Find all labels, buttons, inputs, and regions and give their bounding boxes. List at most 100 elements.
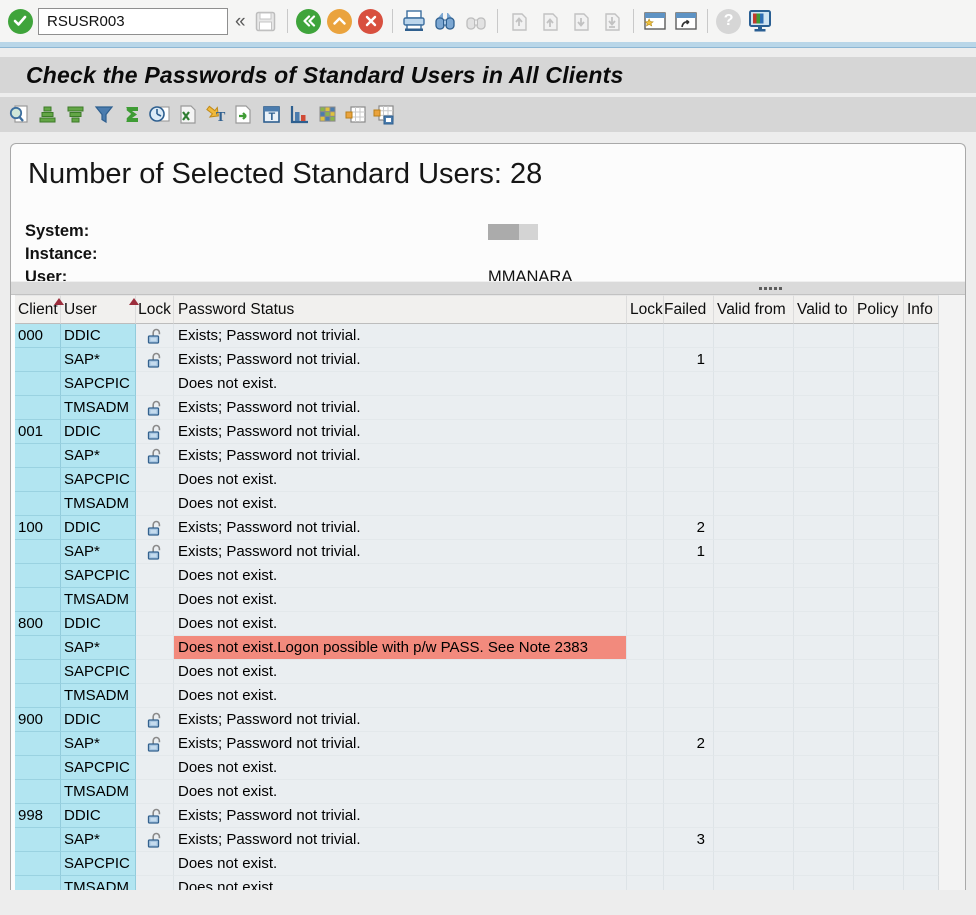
cell-password-status[interactable]: Does not exist. (174, 564, 627, 588)
cell-policy[interactable] (854, 828, 904, 852)
cell-valid-to[interactable] (794, 348, 854, 372)
cell-valid-to[interactable] (794, 564, 854, 588)
cell-failed[interactable] (664, 396, 714, 420)
cell-valid-from[interactable] (714, 612, 794, 636)
cell-valid-to[interactable] (794, 780, 854, 804)
cell-user[interactable]: SAP* (61, 828, 136, 852)
cell-lock2[interactable] (627, 756, 664, 780)
table-row[interactable]: SAP* Exists; Password not trivial. 2 (15, 732, 939, 756)
cell-valid-to[interactable] (794, 828, 854, 852)
cell-failed[interactable] (664, 684, 714, 708)
mean-value-button[interactable] (147, 103, 172, 127)
cell-password-status[interactable]: Exists; Password not trivial. (174, 348, 627, 372)
cell-user[interactable]: SAPCPIC (61, 564, 136, 588)
cell-policy[interactable] (854, 420, 904, 444)
cell-password-status[interactable]: Exists; Password not trivial. (174, 396, 627, 420)
cell-policy[interactable] (854, 564, 904, 588)
cell-lock2[interactable] (627, 876, 664, 890)
cell-client[interactable] (15, 732, 61, 756)
cell-lock2[interactable] (627, 636, 664, 660)
cell-valid-from[interactable] (714, 396, 794, 420)
gui-settings-button[interactable] (747, 8, 773, 34)
cell-info[interactable] (904, 708, 939, 732)
column-header-policy[interactable]: Policy (854, 295, 904, 324)
cell-failed[interactable]: 2 (664, 732, 714, 756)
column-header-valid-from[interactable]: Valid from (714, 295, 794, 324)
cell-policy[interactable] (854, 588, 904, 612)
column-header-user[interactable]: User (61, 295, 136, 324)
cell-valid-to[interactable] (794, 588, 854, 612)
cell-lock[interactable] (136, 516, 174, 540)
cell-user[interactable]: SAPCPIC (61, 756, 136, 780)
cell-lock2[interactable] (627, 780, 664, 804)
cell-valid-to[interactable] (794, 420, 854, 444)
cell-valid-from[interactable] (714, 516, 794, 540)
cell-valid-from[interactable] (714, 372, 794, 396)
table-row[interactable]: 000 DDIC Exists; Password not trivial. (15, 324, 939, 348)
table-row[interactable]: SAPCPIC Does not exist. (15, 756, 939, 780)
cell-failed[interactable]: 1 (664, 540, 714, 564)
cell-policy[interactable] (854, 780, 904, 804)
cell-policy[interactable] (854, 636, 904, 660)
cell-client[interactable]: 800 (15, 612, 61, 636)
print-button[interactable] (401, 8, 427, 34)
cell-info[interactable] (904, 636, 939, 660)
cell-valid-to[interactable] (794, 756, 854, 780)
cell-valid-to[interactable] (794, 468, 854, 492)
cell-valid-from[interactable] (714, 468, 794, 492)
cell-valid-from[interactable] (714, 540, 794, 564)
cell-policy[interactable] (854, 348, 904, 372)
cell-user[interactable]: SAPCPIC (61, 852, 136, 876)
cell-lock2[interactable] (627, 324, 664, 348)
cell-policy[interactable] (854, 732, 904, 756)
cell-user[interactable]: SAP* (61, 444, 136, 468)
new-session-button[interactable] (642, 8, 668, 34)
cell-password-status[interactable]: Does not exist. (174, 492, 627, 516)
save-button[interactable] (253, 8, 279, 34)
table-row[interactable]: 998 DDIC Exists; Password not trivial. (15, 804, 939, 828)
cell-lock[interactable] (136, 852, 174, 876)
cell-info[interactable] (904, 660, 939, 684)
cell-user[interactable]: DDIC (61, 708, 136, 732)
cell-password-status[interactable]: Does not exist. (174, 852, 627, 876)
cell-lock[interactable] (136, 684, 174, 708)
cell-user[interactable]: TMSADM (61, 876, 136, 890)
cell-info[interactable] (904, 780, 939, 804)
table-row[interactable]: TMSADM Does not exist. (15, 684, 939, 708)
cell-lock2[interactable] (627, 492, 664, 516)
cell-valid-from[interactable] (714, 444, 794, 468)
table-row[interactable]: SAP* Exists; Password not trivial. 1 (15, 348, 939, 372)
cell-lock2[interactable] (627, 804, 664, 828)
cell-lock2[interactable] (627, 588, 664, 612)
cell-info[interactable] (904, 732, 939, 756)
table-row[interactable]: 800 DDIC Does not exist. (15, 612, 939, 636)
cell-client[interactable] (15, 852, 61, 876)
cell-client[interactable] (15, 396, 61, 420)
cell-password-status[interactable]: Does not exist. (174, 372, 627, 396)
cell-valid-to[interactable] (794, 540, 854, 564)
cell-lock2[interactable] (627, 420, 664, 444)
cell-failed[interactable] (664, 852, 714, 876)
cell-lock[interactable] (136, 588, 174, 612)
cell-policy[interactable] (854, 468, 904, 492)
cell-valid-to[interactable] (794, 396, 854, 420)
cell-failed[interactable] (664, 876, 714, 890)
exit-button[interactable] (327, 8, 353, 34)
cell-info[interactable] (904, 588, 939, 612)
cell-lock[interactable] (136, 780, 174, 804)
cell-client[interactable]: 100 (15, 516, 61, 540)
cell-user[interactable]: DDIC (61, 420, 136, 444)
cell-failed[interactable] (664, 468, 714, 492)
column-header-valid-to[interactable]: Valid to (794, 295, 854, 324)
cell-password-status[interactable]: Exists; Password not trivial. (174, 516, 627, 540)
cell-valid-to[interactable] (794, 708, 854, 732)
cell-info[interactable] (904, 492, 939, 516)
cell-failed[interactable] (664, 612, 714, 636)
cell-policy[interactable] (854, 852, 904, 876)
cell-lock[interactable] (136, 636, 174, 660)
cell-password-status[interactable]: Does not exist. (174, 756, 627, 780)
table-row[interactable]: SAPCPIC Does not exist. (15, 468, 939, 492)
cell-password-status[interactable]: Exists; Password not trivial. (174, 732, 627, 756)
table-row[interactable]: TMSADM Does not exist. (15, 876, 939, 890)
cell-user[interactable]: DDIC (61, 516, 136, 540)
